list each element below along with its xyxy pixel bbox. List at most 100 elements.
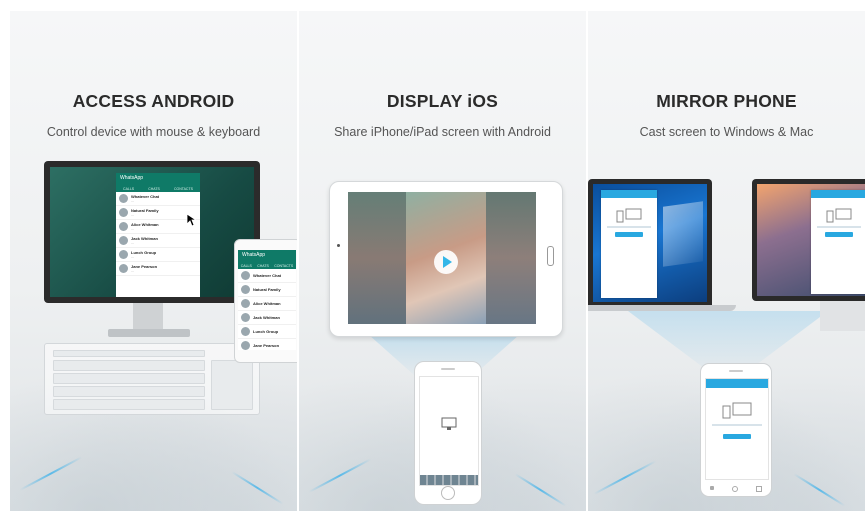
chat-preview: ... xyxy=(131,199,134,203)
chat-preview: ... xyxy=(131,241,134,245)
chat-preview: ... xyxy=(131,255,134,259)
chat-name: Natural Family xyxy=(131,208,159,213)
avatar xyxy=(119,208,128,217)
tablet-screen xyxy=(348,192,536,324)
chat-row[interactable]: Alice Whitman xyxy=(238,297,296,311)
phone-screen xyxy=(705,378,769,480)
keyboard-key-row xyxy=(53,386,205,397)
avatar xyxy=(241,271,250,280)
chat-row[interactable]: Whatever Chat xyxy=(238,269,296,283)
avatar xyxy=(241,299,250,308)
home-button-icon[interactable] xyxy=(441,486,455,500)
app-window xyxy=(811,190,865,294)
laptop-base xyxy=(588,305,736,311)
phone-speaker xyxy=(729,370,743,372)
chat-name: Jack Whitman xyxy=(131,236,158,241)
avatar xyxy=(119,222,128,231)
chat-name: Alice Whitman xyxy=(131,222,159,227)
photo-blur-left xyxy=(348,192,406,324)
chat-row[interactable]: Whatever Chat... xyxy=(116,192,200,206)
keyboard-numpad xyxy=(211,360,253,410)
iphone xyxy=(414,361,482,505)
panel-subtitle: Share iPhone/iPad screen with Android xyxy=(334,125,551,139)
photo-blur-right xyxy=(486,192,536,324)
app-action-button[interactable] xyxy=(825,232,853,237)
avatar xyxy=(241,285,250,294)
chat-row[interactable]: Jane Pearson... xyxy=(116,262,200,276)
tab-calls[interactable]: CALLS xyxy=(123,187,134,191)
avatar xyxy=(241,313,250,322)
android-phone xyxy=(700,363,772,497)
tab-chats[interactable]: CHATS xyxy=(148,187,160,191)
chat-row[interactable]: Lunch Group... xyxy=(116,248,200,262)
phone-nav-bar xyxy=(701,486,771,492)
panel-title: ACCESS ANDROID xyxy=(72,91,235,111)
photo-thumbnails-strip xyxy=(420,475,478,485)
recents-icon[interactable] xyxy=(756,486,762,492)
windows-logo xyxy=(663,201,703,267)
panel-subtitle: Cast screen to Windows & Mac xyxy=(639,125,814,139)
iphone-speaker xyxy=(441,368,455,370)
chat-name: Jane Pearson xyxy=(131,264,158,269)
chat-row[interactable]: Lunch Group xyxy=(238,325,296,339)
windows-laptop xyxy=(588,179,712,305)
chat-row[interactable]: Jack Whitman xyxy=(238,311,296,325)
tab-contacts[interactable]: CONTACTS xyxy=(174,187,193,191)
chat-name: Lunch Group xyxy=(131,250,157,255)
phone-to-monitor-icon xyxy=(616,208,642,223)
app-window xyxy=(601,190,657,298)
app-action-button[interactable] xyxy=(723,434,751,439)
tab-chats[interactable]: CHATS xyxy=(257,264,269,268)
chat-preview: ... xyxy=(131,269,134,273)
keyboard-key-row xyxy=(53,350,205,357)
whatsapp-header: WhatsApp xyxy=(116,173,200,185)
play-icon[interactable] xyxy=(434,250,458,274)
chat-row[interactable]: Jack Whitman... xyxy=(116,234,200,248)
app-titlebar xyxy=(706,379,768,388)
tab-calls[interactable]: CALLS xyxy=(241,264,252,268)
chat-name: Jane Pearson xyxy=(253,343,280,348)
back-icon[interactable] xyxy=(710,486,714,490)
panel-title: MIRROR PHONE xyxy=(656,91,797,111)
home-icon[interactable] xyxy=(732,486,738,492)
iphone-screen xyxy=(419,376,479,486)
chat-preview: ... xyxy=(131,227,134,231)
desktop-monitor: WhatsApp CALLS CHATS CONTACTS Whatever C… xyxy=(44,161,260,303)
monitor-screen: WhatsApp CALLS CHATS CONTACTS Whatever C… xyxy=(50,167,254,297)
whatsapp-tabs: CALLS CHATS CONTACTS xyxy=(238,262,296,269)
chat-row[interactable]: Jane Pearson xyxy=(238,339,296,350)
chat-name: Whatever Chat xyxy=(131,194,160,199)
mac-screen xyxy=(757,184,865,296)
mac-monitor xyxy=(752,179,865,301)
tablet-camera xyxy=(337,244,340,247)
panel-subtitle: Control device with mouse & keyboard xyxy=(46,125,261,139)
phone-to-monitor-icon xyxy=(722,402,752,419)
chat-row[interactable]: Natural Family xyxy=(238,283,296,297)
chat-name: Jack Whitman xyxy=(253,315,280,320)
text-line xyxy=(817,226,861,228)
mac-stand xyxy=(820,301,865,331)
app-titlebar xyxy=(601,190,657,198)
panel-display-ios: DISPLAY iOS Share iPhone/iPad screen wit… xyxy=(299,11,586,511)
text-line xyxy=(712,424,762,426)
phone-whatsapp-screen: WhatsApp CALLS CHATS CONTACTS Whatever C… xyxy=(238,250,296,350)
chat-name: Whatever Chat xyxy=(253,273,282,278)
avatar xyxy=(119,194,128,203)
android-phone: WhatsApp CALLS CHATS CONTACTS Whatever C… xyxy=(234,239,297,363)
monitor-icon xyxy=(441,417,457,430)
panel-access-android: ACCESS ANDROID Control device with mouse… xyxy=(10,11,297,511)
panel-title: DISPLAY iOS xyxy=(386,91,499,111)
tab-contacts[interactable]: CONTACTS xyxy=(274,264,293,268)
avatar xyxy=(119,250,128,259)
monitor-neck xyxy=(133,303,163,331)
whatsapp-tabs: CALLS CHATS CONTACTS xyxy=(116,185,200,192)
avatar xyxy=(241,341,250,350)
avatar xyxy=(119,236,128,245)
whatsapp-header: WhatsApp xyxy=(238,250,296,262)
chat-preview: ... xyxy=(131,213,134,217)
tablet-home-button[interactable] xyxy=(547,246,554,266)
keyboard xyxy=(44,343,260,415)
app-action-button[interactable] xyxy=(615,232,643,237)
keyboard-key-row xyxy=(53,360,205,371)
whatsapp-window: WhatsApp CALLS CHATS CONTACTS Whatever C… xyxy=(116,173,200,297)
